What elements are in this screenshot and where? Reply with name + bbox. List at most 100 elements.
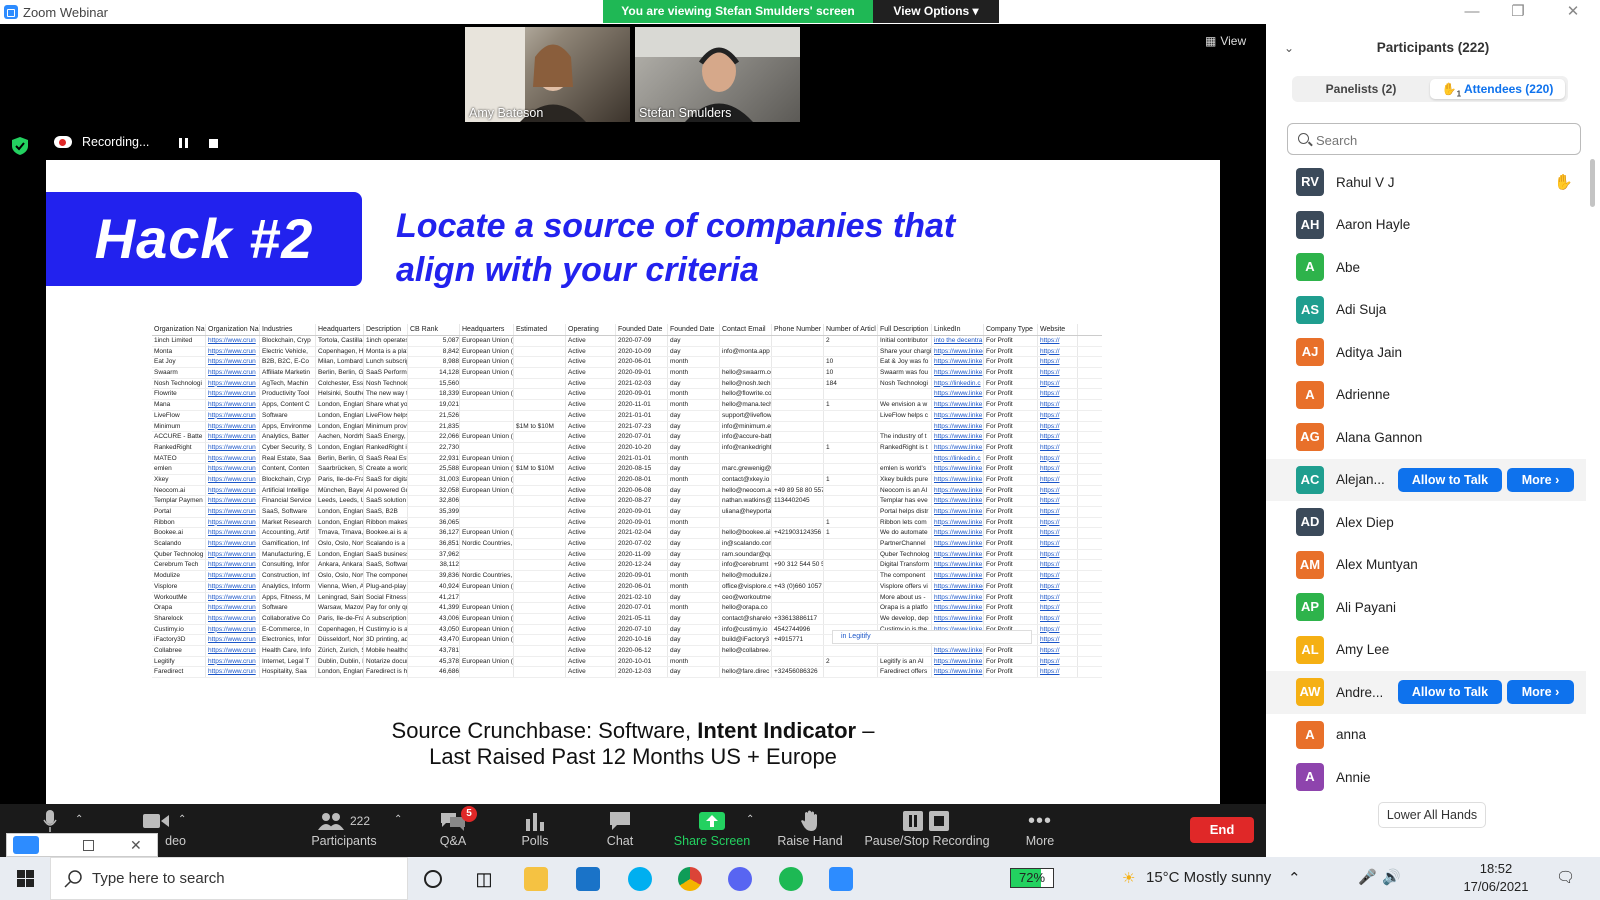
participant-row[interactable]: AJ Aditya Jain [1266, 331, 1586, 374]
more-button[interactable]: More › [1507, 680, 1574, 705]
participant-row[interactable]: A Adrienne [1266, 374, 1586, 417]
sheet-cell: Active [566, 378, 616, 389]
participant-name: Alex Diep [1336, 514, 1394, 530]
sheet-cell: For Profit [984, 645, 1038, 656]
sheet-row: Templar Paymen https://www.crun Financial … [152, 496, 1102, 507]
cortana-icon[interactable] [424, 870, 442, 888]
participant-row[interactable]: AD Alex Diep [1266, 501, 1586, 544]
participant-row[interactable]: AL Amy Lee [1266, 629, 1586, 672]
sheet-row: Quber Technolog https://www.crun Manufactu… [152, 549, 1102, 561]
weather-text[interactable]: 15°C Mostly sunny [1146, 869, 1271, 886]
encryption-shield-icon[interactable] [12, 137, 28, 155]
sheet-cell: day [668, 464, 720, 474]
raise-hand-button[interactable]: Raise Hand [772, 808, 848, 848]
chat-button[interactable]: Chat [600, 808, 640, 848]
sheet-cell: 2020-10-09 [616, 346, 668, 357]
chevron-up-icon[interactable]: ⌃ [1288, 869, 1301, 887]
view-options-button[interactable]: View Options ▾ [873, 0, 999, 23]
more-button[interactable]: ••• More [1020, 808, 1060, 849]
scrollbar-thumb[interactable] [1590, 159, 1595, 207]
restore-icon[interactable] [83, 839, 94, 851]
sheet-cell [460, 442, 514, 453]
minimize-button[interactable]: — [1449, 0, 1495, 24]
microphone-icon[interactable]: 🎤 [1358, 868, 1377, 886]
participant-row[interactable]: RV Rahul V J ✋ [1266, 161, 1586, 204]
sheet-cell: 2020-08-27 [616, 496, 668, 506]
search-input[interactable] [1316, 130, 1571, 150]
volume-icon[interactable]: 🔊 [1382, 868, 1401, 886]
sheet-cell: For Profit [984, 357, 1038, 368]
chevron-up-icon[interactable]: ⌃ [178, 814, 186, 825]
allow-to-talk-button[interactable]: Allow to Talk [1398, 680, 1502, 705]
participant-row[interactable]: AH Aaron Hayle [1266, 204, 1586, 247]
taskbar-search[interactable]: Type here to search [50, 857, 408, 900]
skype-icon[interactable] [628, 867, 652, 891]
clock-time[interactable]: 18:52 [1462, 861, 1530, 876]
file-explorer-icon[interactable] [524, 867, 548, 891]
video-tile[interactable]: Amy Bateson [465, 27, 630, 122]
chevron-up-icon[interactable]: ⌃ [394, 814, 402, 825]
notifications-icon[interactable]: 🗨 [1556, 868, 1575, 886]
close-icon[interactable]: ✕ [130, 837, 142, 854]
chevron-up-icon[interactable]: ⌃ [746, 814, 754, 825]
sheet-cell: 2020-10-01 [616, 656, 668, 667]
sheet-cell: For Profit [984, 560, 1038, 571]
sheet-cell [460, 645, 514, 656]
sheet-cell: Monta is a platfo [366, 346, 408, 357]
spotify-icon[interactable] [779, 867, 803, 891]
battery-indicator[interactable]: 72% [1010, 868, 1054, 888]
sheet-cell: 2021-02-04 [616, 528, 668, 539]
sheet-cell: Collaborative Co [260, 613, 316, 624]
zoom-taskbar-icon[interactable] [829, 867, 853, 891]
participant-row[interactable]: A Annie [1266, 756, 1586, 799]
close-button[interactable]: ✕ [1550, 0, 1596, 24]
end-button[interactable]: End [1190, 817, 1254, 843]
share-screen-button[interactable]: Share Screen [672, 808, 752, 848]
sheet-cell: Neocom.ai [152, 485, 206, 496]
tab-panelists[interactable]: Panelists (2) [1295, 79, 1427, 99]
participant-row[interactable]: AS Adi Suja [1266, 289, 1586, 332]
more-button[interactable]: More › [1507, 467, 1574, 492]
discord-icon[interactable] [728, 867, 752, 891]
participant-name: Adrienne [1336, 387, 1391, 403]
sheet-cell [460, 496, 514, 506]
clock-date[interactable]: 17/06/2021 [1462, 879, 1530, 894]
sheet-cell: contact@sharelo [722, 613, 772, 624]
sheet-popup-label: Legitify [848, 633, 871, 640]
zoom-app-icon [4, 5, 18, 19]
sheet-cell [514, 635, 566, 645]
windows-start-icon[interactable] [17, 870, 34, 887]
allow-to-talk-button[interactable]: Allow to Talk [1398, 467, 1502, 492]
participant-row[interactable]: AW Andre... Allow to Talk More › [1266, 671, 1586, 714]
sheet-cell: https://www.crun [206, 410, 260, 421]
pause-recording-icon[interactable] [179, 138, 188, 148]
sheet-cell: 2020-09-01 [616, 368, 668, 378]
mail-icon[interactable] [576, 867, 600, 891]
participant-row[interactable]: AG Alana Gannon [1266, 416, 1586, 459]
lower-all-hands-button[interactable]: Lower All Hands [1378, 802, 1486, 828]
maximize-button[interactable]: ❐ [1495, 0, 1541, 24]
chevron-up-icon[interactable]: ⌃ [75, 814, 83, 825]
participant-row[interactable]: AM Alex Muntyan [1266, 544, 1586, 587]
pause-stop-recording-button[interactable]: Pause/Stop Recording [862, 808, 992, 848]
polls-button[interactable]: Polls [515, 808, 555, 848]
mute-button[interactable] [30, 808, 70, 834]
sheet-cell: day [668, 635, 720, 645]
sheet-cell: day [668, 410, 720, 421]
task-view-icon[interactable]: ◫ [472, 867, 496, 891]
sheet-cell: 1 [824, 442, 878, 453]
participant-row[interactable]: AC Alejan... Allow to Talk More › [1266, 458, 1586, 501]
participant-row[interactable]: Aanna [1266, 714, 1586, 757]
chrome-icon[interactable] [678, 867, 702, 891]
participant-row[interactable]: AP Ali Payani [1266, 586, 1586, 629]
participant-row[interactable]: A Abe [1266, 246, 1586, 289]
video-tile[interactable]: Stefan Smulders [635, 27, 800, 122]
avatar: AD [1296, 508, 1324, 537]
view-button[interactable]: ▦ View [1205, 34, 1246, 48]
participants-icon [317, 813, 344, 830]
tab-attendees[interactable]: ✋1 Attendees (220) [1430, 79, 1565, 99]
stop-recording-icon[interactable] [209, 139, 218, 148]
zoom-mini-icon[interactable] [13, 836, 39, 854]
sheet-cell: Hospitality, Saa [260, 667, 316, 677]
participants-button[interactable]: 222 Participants [308, 808, 380, 848]
